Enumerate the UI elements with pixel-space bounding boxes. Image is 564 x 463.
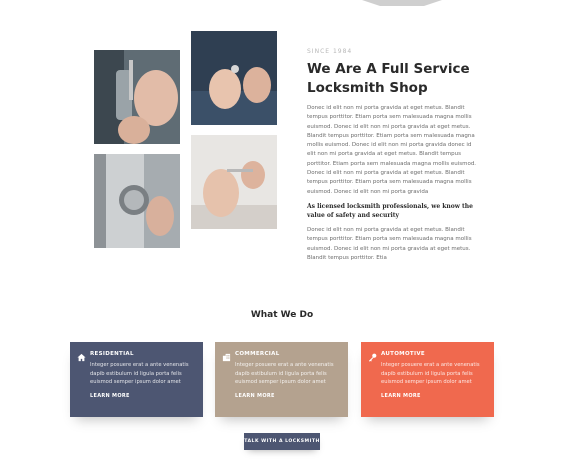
hands-with-key-photo: [191, 31, 277, 125]
lock-cylinder-photo: [191, 135, 277, 229]
talk-with-locksmith-button[interactable]: TALK WITH A LOCKSMITH: [244, 433, 320, 450]
about-lead: As licensed locksmith professionals, we …: [307, 202, 473, 219]
since-label: SINCE 1984: [307, 48, 353, 55]
door-knob-photo: [94, 154, 180, 248]
service-card-title: RESIDENTIAL: [90, 351, 134, 357]
header-shape: [362, 0, 442, 6]
home-icon: [77, 353, 86, 362]
service-card-automotive: AUTOMOTIVE Integer posuere erat a ante v…: [361, 342, 494, 417]
building-icon: [222, 353, 231, 362]
service-card-residential: RESIDENTIAL Integer posuere erat a ante …: [70, 342, 203, 417]
about-paragraph: Donec id elit non mi porta gravida at eg…: [307, 105, 477, 195]
service-card-commercial: COMMERCIAL Integer posuere erat a ante v…: [215, 342, 348, 417]
about-paragraph-2: Donec id elit non mi porta gravida at eg…: [307, 226, 472, 261]
service-card-text: Integer posuere erat a ante venenatis da…: [90, 362, 189, 385]
learn-more-link[interactable]: LEARN MORE: [235, 393, 348, 399]
learn-more-link[interactable]: LEARN MORE: [90, 393, 203, 399]
service-card-text: Integer posuere erat a ante venenatis da…: [381, 362, 480, 385]
car-key-icon: [368, 353, 377, 362]
service-card-title: AUTOMOTIVE: [381, 351, 425, 357]
services-title: What We Do: [250, 310, 314, 320]
about-title: We Are A Full Service Locksmith Shop: [307, 61, 470, 96]
learn-more-link[interactable]: LEARN MORE: [381, 393, 494, 399]
service-card-text: Integer posuere erat a ante venenatis da…: [235, 362, 334, 385]
about-section: SINCE 1984 We Are A Full Service Locksmi…: [307, 48, 477, 263]
key-in-lock-photo: [94, 50, 180, 144]
service-card-title: COMMERCIAL: [235, 351, 280, 357]
